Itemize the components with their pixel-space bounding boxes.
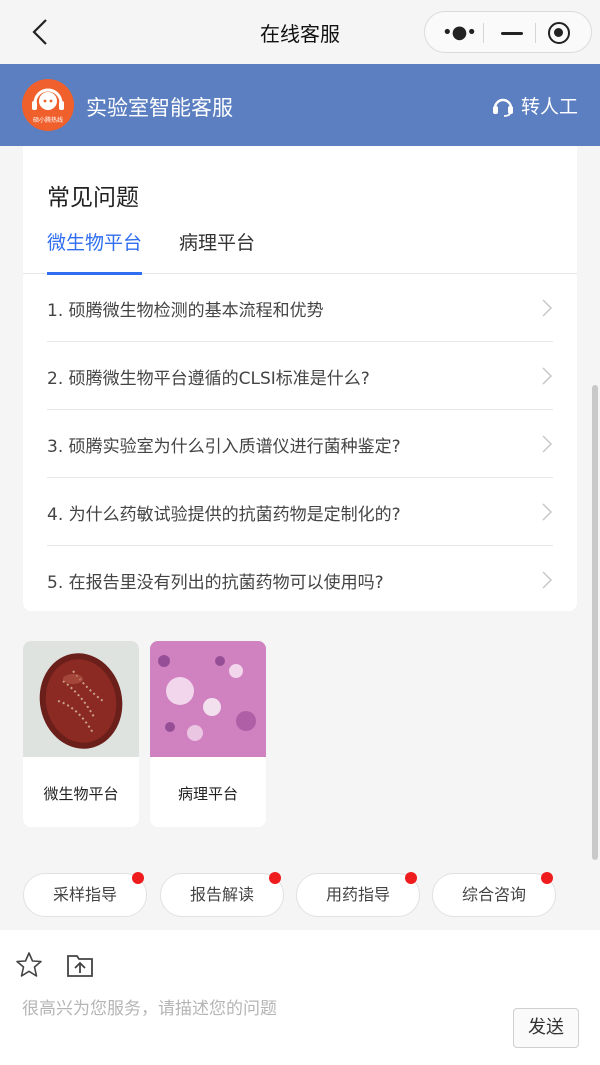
- top-nav-bar: 在线客服 •●•: [0, 0, 600, 64]
- faq-item[interactable]: 4. 为什么药敏试验提供的抗菌药物是定制化的?: [47, 478, 553, 546]
- faq-question: 5. 在报告里没有列出的抗菌药物可以使用吗?: [47, 573, 384, 593]
- notification-dot: [132, 872, 144, 884]
- chip-label: 综合咨询: [461, 885, 526, 904]
- message-input-area: 很高兴为您服务，请描述您的问题 发送: [0, 930, 600, 1065]
- faq-item[interactable]: 1. 硕腾微生物检测的基本流程和优势: [47, 274, 553, 342]
- more-icon[interactable]: •●•: [439, 23, 479, 43]
- mini-program-capsule: •●•: [424, 11, 592, 53]
- faq-card: 常见问题 微生物平台 病理平台 1. 硕腾微生物检测的基本流程和优势 2. 硕腾…: [23, 146, 577, 611]
- histology-image: [150, 641, 266, 757]
- transfer-label: 转人工: [520, 96, 578, 118]
- chevron-right-icon: [542, 571, 553, 589]
- chevron-right-icon: [542, 435, 553, 453]
- faq-question: 2. 硕腾微生物平台遵循的CLSI标准是什么?: [47, 369, 370, 389]
- faq-question: 1. 硕腾微生物检测的基本流程和优势: [47, 301, 324, 321]
- send-button[interactable]: 发送: [513, 1008, 579, 1048]
- capsule-divider: [483, 23, 484, 43]
- notification-dot: [269, 872, 281, 884]
- logo-text: 硕小腾热线: [32, 117, 63, 124]
- close-mini-program-icon[interactable]: [548, 22, 570, 44]
- petri-dish-image: [23, 641, 139, 757]
- notification-dot: [541, 872, 553, 884]
- tab-microbiology[interactable]: 微生物平台: [47, 230, 143, 275]
- chip-medication-guide[interactable]: 用药指导: [296, 872, 420, 917]
- platform-card-pathology[interactable]: 病理平台: [150, 641, 266, 827]
- platform-card-microbiology[interactable]: 微生物平台: [23, 641, 139, 827]
- chip-label: 采样指导: [52, 885, 117, 904]
- capsule-divider: [535, 23, 536, 43]
- faq-question: 4. 为什么药敏试验提供的抗菌药物是定制化的?: [47, 505, 401, 525]
- chip-sampling-guide[interactable]: 采样指导: [23, 872, 147, 917]
- chip-report-interpretation[interactable]: 报告解读: [160, 872, 284, 917]
- chip-label: 报告解读: [189, 885, 254, 904]
- service-header: 硕小腾热线 实验室智能客服 转人工: [0, 64, 600, 146]
- favorite-star-icon[interactable]: [14, 950, 44, 980]
- faq-item[interactable]: 3. 硕腾实验室为什么引入质谱仪进行菌种鉴定?: [47, 410, 553, 478]
- transfer-to-human-button[interactable]: 转人工: [491, 92, 578, 119]
- tab-pathology[interactable]: 病理平台: [179, 230, 255, 274]
- platform-label: 病理平台: [177, 785, 238, 803]
- faq-tabs: 微生物平台 病理平台: [23, 230, 577, 275]
- faq-title: 常见问题: [47, 185, 139, 211]
- chip-label: 用药指导: [325, 885, 390, 904]
- minimize-icon[interactable]: [501, 32, 523, 35]
- chevron-right-icon: [542, 503, 553, 521]
- service-logo: 硕小腾热线: [22, 79, 74, 131]
- notification-dot: [405, 872, 417, 884]
- faq-question: 3. 硕腾实验室为什么引入质谱仪进行菌种鉴定?: [47, 437, 401, 457]
- platform-label: 微生物平台: [43, 785, 119, 803]
- faq-item[interactable]: 5. 在报告里没有列出的抗菌药物可以使用吗?: [47, 546, 553, 614]
- upload-folder-icon[interactable]: [66, 952, 94, 978]
- faq-item[interactable]: 2. 硕腾微生物平台遵循的CLSI标准是什么?: [47, 342, 553, 410]
- headset-icon: [492, 98, 513, 117]
- scrollbar[interactable]: [592, 385, 598, 860]
- chevron-right-icon: [542, 299, 553, 317]
- chip-general-consult[interactable]: 综合咨询: [432, 872, 556, 917]
- chevron-right-icon: [542, 367, 553, 385]
- message-input[interactable]: 很高兴为您服务，请描述您的问题: [22, 994, 277, 1019]
- service-name: 实验室智能客服: [86, 96, 233, 120]
